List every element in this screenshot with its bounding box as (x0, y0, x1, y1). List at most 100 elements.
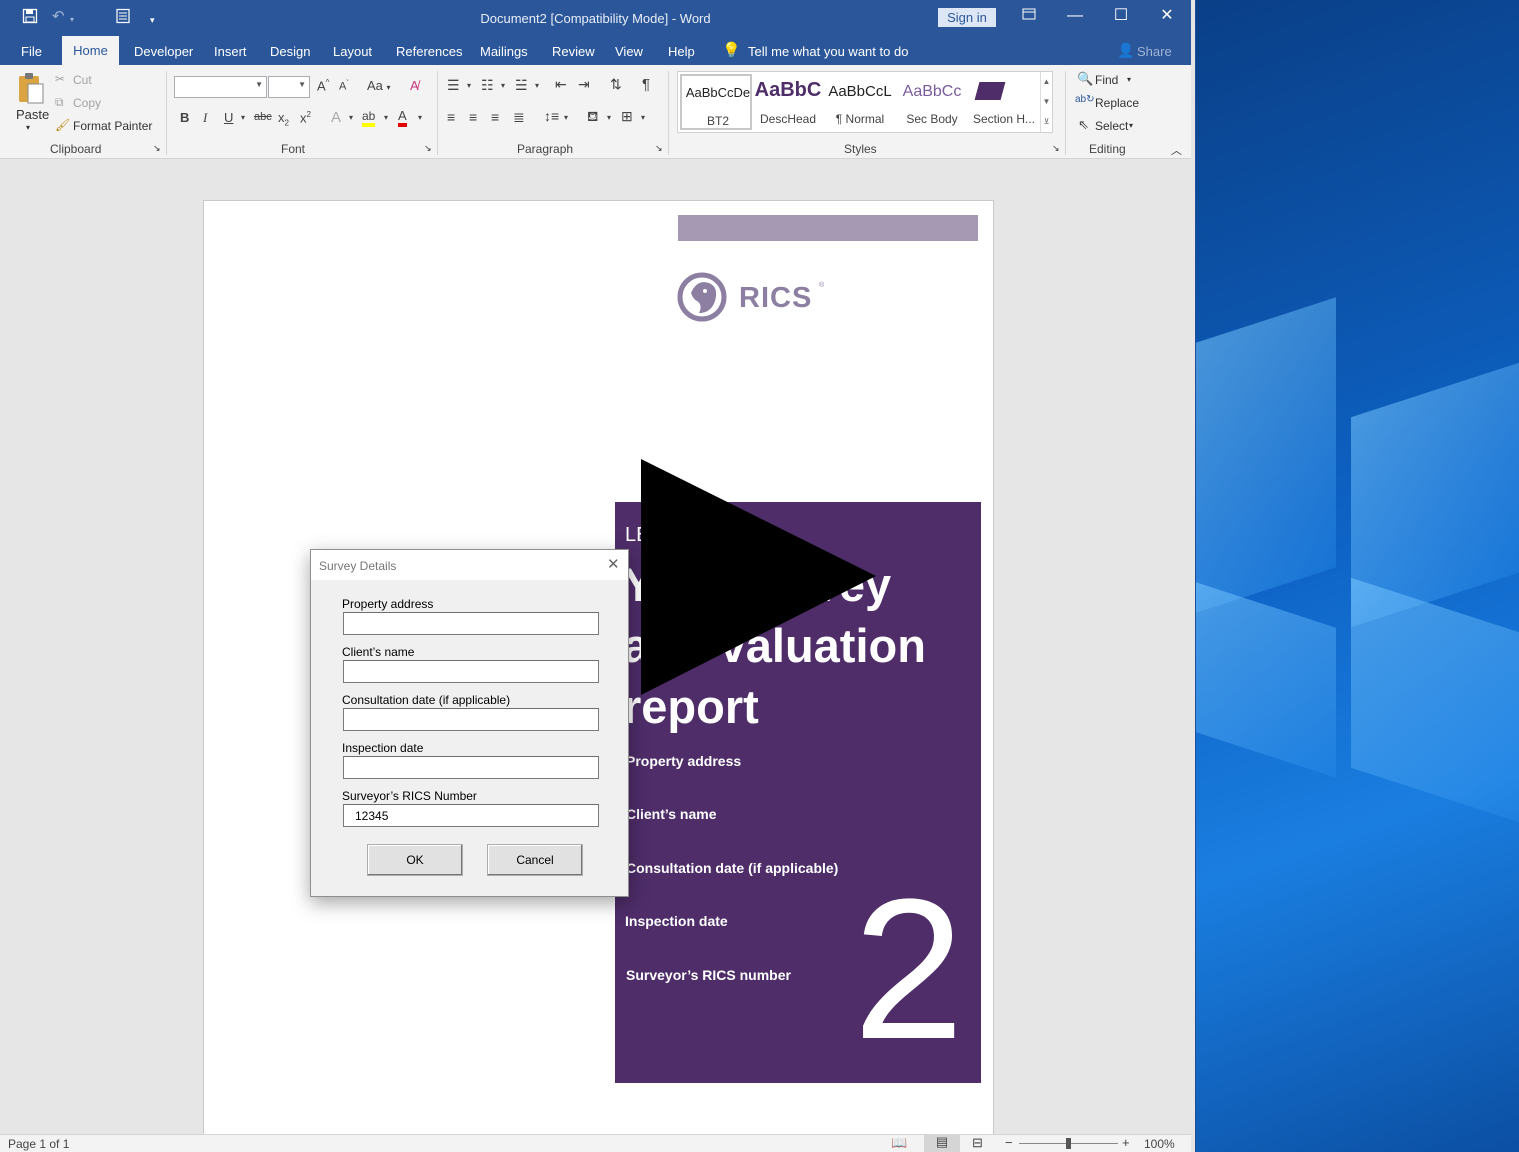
customize-toolbar-icon[interactable]: ▾ (150, 11, 155, 29)
tab-references[interactable]: References (396, 44, 462, 59)
style-sec-body[interactable]: AaBbCc Sec Body (896, 74, 968, 130)
format-painter-button[interactable]: Format Painter (73, 119, 152, 133)
select-dropdown-icon[interactable]: ▾ (1129, 121, 1133, 130)
paste-icon[interactable] (16, 71, 46, 108)
text-effects-dropdown-icon[interactable]: ▾ (349, 113, 353, 122)
zoom-in-icon[interactable]: + (1122, 1135, 1130, 1150)
grow-font-icon[interactable]: A^ (317, 78, 329, 93)
change-case-button[interactable]: Aa ▾ (367, 78, 391, 93)
underline-icon[interactable]: U (224, 110, 233, 125)
decrease-indent-icon[interactable]: ⇤ (555, 76, 567, 93)
tab-view[interactable]: View (615, 44, 643, 59)
shading-dropdown-icon[interactable]: ▾ (607, 113, 611, 122)
replace-button[interactable]: Replace (1095, 96, 1139, 110)
page-count[interactable]: Page 1 of 1 (8, 1137, 69, 1151)
tab-design[interactable]: Design (270, 44, 310, 59)
maximize-button[interactable]: ☐ (1098, 6, 1144, 30)
paste-button[interactable]: Paste (16, 107, 49, 122)
select-button[interactable]: Select (1095, 119, 1128, 133)
borders-dropdown-icon[interactable]: ▾ (641, 113, 645, 122)
font-color-dropdown-icon[interactable]: ▾ (418, 113, 422, 122)
highlight-dropdown-icon[interactable]: ▾ (384, 113, 388, 122)
style-section-heading[interactable]: Section H... (968, 74, 1040, 130)
multilevel-dropdown-icon[interactable]: ▾ (535, 81, 539, 90)
sort-icon[interactable]: ⇅ (610, 76, 622, 93)
find-dropdown-icon[interactable]: ▾ (1127, 75, 1131, 84)
borders-icon[interactable]: ⊞ (621, 108, 633, 125)
subscript-icon[interactable]: x2 (278, 110, 289, 128)
gallery-scroll[interactable]: ▲ ▼ ⊻ (1040, 72, 1052, 132)
close-button[interactable]: ✕ (1144, 6, 1190, 30)
shading-icon[interactable]: ⛾ (587, 108, 598, 127)
tab-home[interactable]: Home (62, 36, 119, 65)
zoom-slider-thumb[interactable] (1066, 1138, 1071, 1149)
bullets-dropdown-icon[interactable]: ▾ (467, 81, 471, 90)
highlight-icon[interactable]: ab (362, 108, 376, 127)
find-button[interactable]: Find (1095, 73, 1118, 87)
font-color-icon[interactable]: A (398, 108, 407, 127)
numbering-icon[interactable]: ☷ (481, 77, 494, 94)
paragraph-launcher-icon[interactable]: ↘ (655, 143, 663, 154)
shrink-font-icon[interactable]: Aˇ (339, 80, 349, 93)
inspection-date-input[interactable] (343, 756, 599, 779)
tab-layout[interactable]: Layout (333, 44, 372, 59)
ok-button[interactable]: OK (367, 844, 463, 876)
tab-developer[interactable]: Developer (134, 44, 193, 59)
save-icon[interactable] (22, 8, 38, 29)
rics-number-input[interactable] (343, 804, 599, 827)
tab-help[interactable]: Help (668, 44, 695, 59)
style-bt2[interactable]: AaBbCcDe BT2 (680, 74, 752, 130)
clear-formatting-icon[interactable]: A̸ (410, 78, 419, 93)
font-launcher-icon[interactable]: ↘ (424, 143, 432, 154)
strikethrough-icon[interactable]: abc (254, 111, 272, 123)
client-name-input[interactable] (343, 660, 599, 683)
increase-indent-icon[interactable]: ⇥ (578, 76, 590, 93)
tab-file[interactable]: File (21, 44, 42, 59)
styles-launcher-icon[interactable]: ↘ (1052, 143, 1060, 154)
superscript-icon[interactable]: x2 (300, 110, 311, 125)
gallery-more-icon[interactable]: ⊻ (1041, 112, 1052, 132)
play-overlay-icon[interactable] (641, 459, 881, 699)
clipboard-launcher-icon[interactable]: ↘ (153, 143, 161, 154)
read-mode-icon[interactable]: 📖 (891, 1135, 907, 1151)
underline-dropdown-icon[interactable]: ▾ (241, 113, 245, 122)
style-normal[interactable]: AaBbCcL ¶ Normal (824, 74, 896, 130)
undo-dropdown-icon[interactable]: ▾ (70, 11, 74, 29)
collapse-ribbon-icon[interactable]: ︿ (1171, 142, 1182, 158)
text-effects-icon[interactable]: A (331, 109, 341, 126)
align-right-icon[interactable]: ≡ (491, 109, 499, 125)
print-layout-icon[interactable] (115, 8, 131, 29)
style-deschead[interactable]: AaBbC DescHead (752, 74, 824, 130)
font-size-combo[interactable]: ▼ (268, 76, 310, 98)
tab-insert[interactable]: Insert (214, 44, 247, 59)
ribbon-display-options-icon[interactable] (1006, 6, 1052, 30)
minimize-button[interactable]: — (1052, 6, 1098, 30)
tab-mailings[interactable]: Mailings (480, 44, 528, 59)
cut-button[interactable]: Cut (73, 73, 92, 87)
consultation-date-input[interactable] (343, 708, 599, 731)
copy-button[interactable]: Copy (73, 96, 101, 110)
align-center-icon[interactable]: ≡ (469, 109, 477, 125)
bold-icon[interactable]: B (180, 110, 189, 125)
bullets-icon[interactable]: ☰ (447, 77, 460, 94)
sign-in-button[interactable]: Sign in (938, 8, 996, 27)
numbering-dropdown-icon[interactable]: ▾ (501, 81, 505, 90)
print-layout-view-icon[interactable]: ▤ (924, 1134, 960, 1152)
share-button[interactable]: Share (1137, 44, 1172, 59)
italic-icon[interactable]: I (203, 110, 207, 126)
web-layout-icon[interactable]: ⊟ (972, 1135, 983, 1151)
cancel-button[interactable]: Cancel (487, 844, 583, 876)
zoom-out-icon[interactable]: − (1005, 1135, 1013, 1150)
undo-icon[interactable]: ↶ (52, 8, 65, 26)
show-formatting-icon[interactable]: ¶ (642, 76, 650, 93)
gallery-down-icon[interactable]: ▼ (1041, 92, 1052, 112)
zoom-level[interactable]: 100% (1144, 1137, 1175, 1151)
tab-review[interactable]: Review (552, 44, 595, 59)
justify-icon[interactable]: ≣ (513, 109, 525, 126)
line-spacing-icon[interactable]: ↕≡ (544, 108, 559, 124)
line-spacing-dropdown-icon[interactable]: ▾ (564, 113, 568, 122)
property-address-input[interactable] (343, 612, 599, 635)
paste-dropdown-icon[interactable]: ▾ (26, 123, 30, 132)
multilevel-list-icon[interactable]: ☱ (515, 77, 528, 94)
align-left-icon[interactable]: ≡ (447, 109, 455, 125)
